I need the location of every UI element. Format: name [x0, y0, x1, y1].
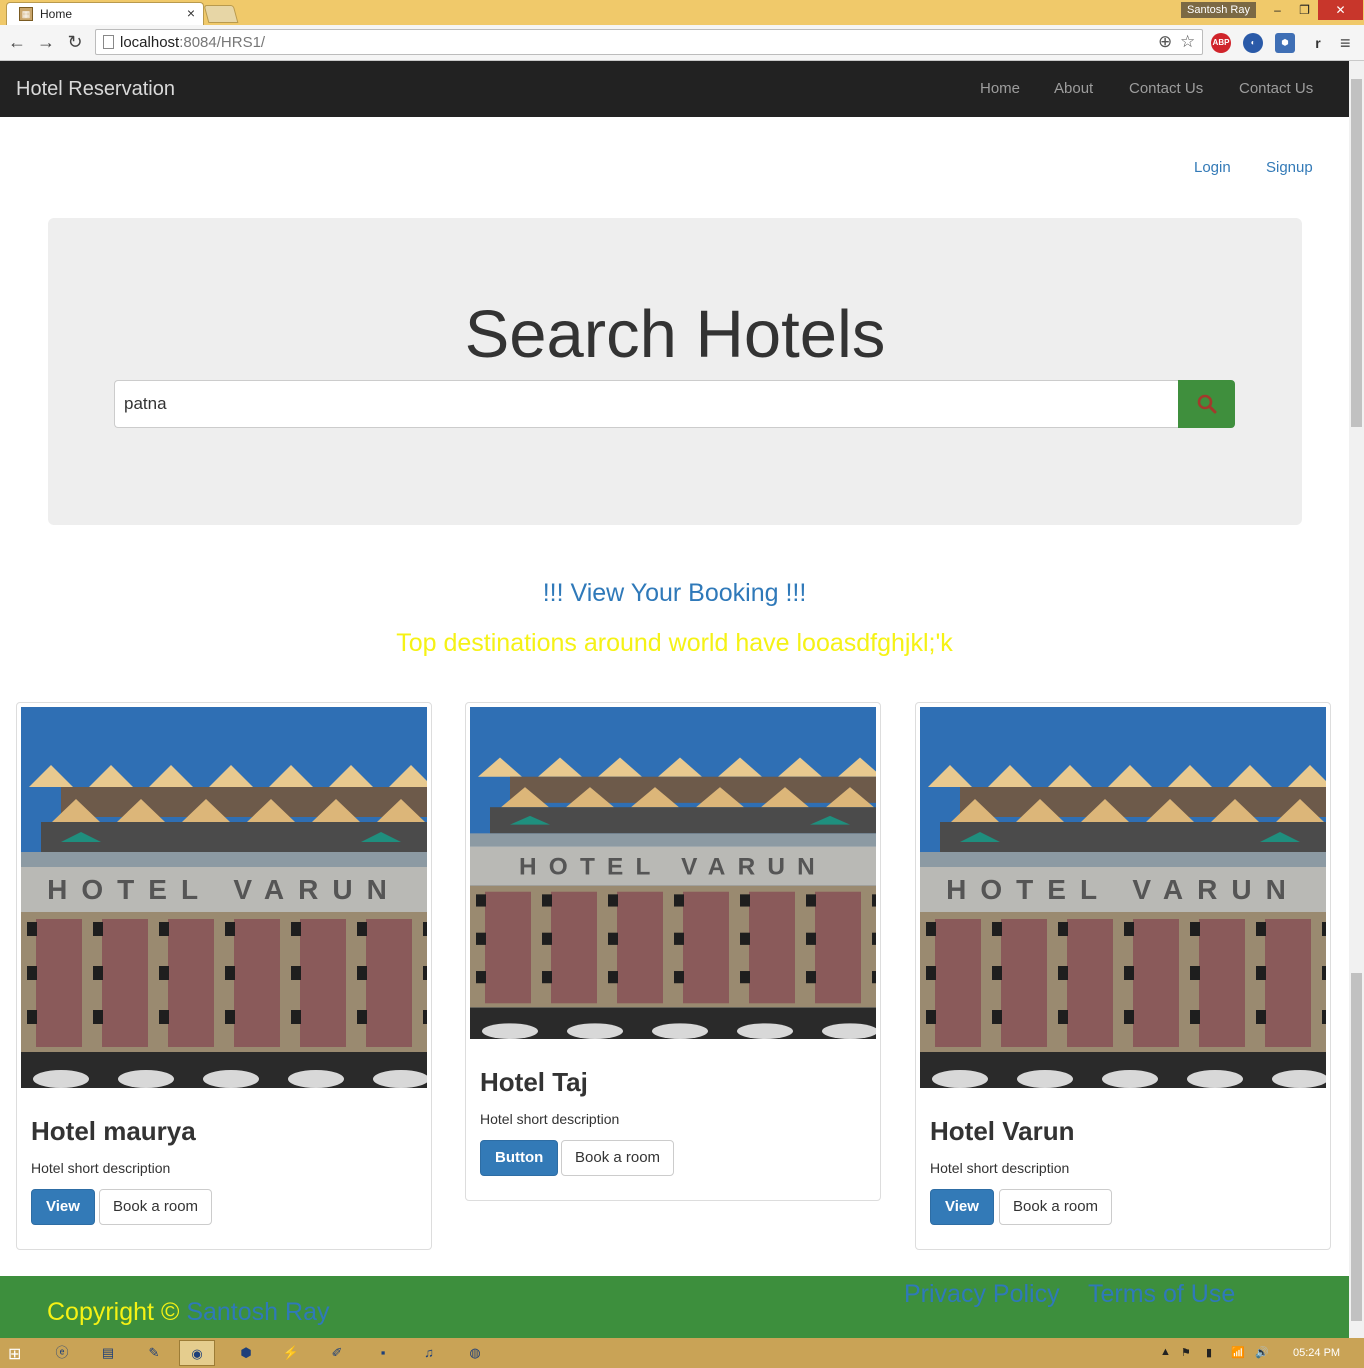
taskbar-cmd-icon[interactable]: ▪ — [365, 1340, 401, 1366]
hotel-sign-text: HOTEL VARUN — [519, 853, 827, 880]
reload-icon[interactable]: ↻ — [64, 31, 86, 53]
brand-link[interactable]: Hotel Reservation — [16, 78, 175, 101]
close-window-button[interactable]: ✕ — [1318, 0, 1363, 20]
hotel-image: HOTEL VARUN — [470, 707, 876, 1039]
hotel-name: Hotel Varun — [930, 1116, 1075, 1146]
taskbar-clock[interactable]: 05:24 PM — [1293, 1347, 1340, 1359]
tray-network-icon[interactable]: 📶 — [1231, 1346, 1245, 1359]
nav-contact-us[interactable]: Contact Us — [1129, 80, 1203, 97]
book-room-button[interactable]: Book a room — [999, 1189, 1113, 1225]
signup-link[interactable]: Signup — [1266, 159, 1313, 176]
tray-battery-icon[interactable]: ▮ — [1206, 1346, 1212, 1359]
page-footer: Copyright © Santosh Ray Privacy Policy T… — [0, 1276, 1349, 1338]
taskbar-firefox-icon[interactable]: ◍ — [457, 1340, 493, 1366]
hotel-card: HOTEL VARUN Hotel Varun Hotel short desc… — [915, 702, 1331, 1250]
taskbar-media-icon[interactable]: ♫ — [411, 1340, 447, 1366]
search-title: Search Hotels — [464, 297, 886, 372]
url-text[interactable]: localhost:8084/HRS1/ — [120, 34, 265, 51]
top-navbar: Hotel Reservation Home About Contact Us … — [0, 61, 1349, 117]
hotel-sign-text: HOTEL VARUN — [47, 874, 401, 905]
nav-home[interactable]: Home — [980, 80, 1020, 97]
taskbar-chrome-icon[interactable]: ◉ — [179, 1340, 215, 1366]
browser-tab[interactable]: ▦ Home × — [6, 2, 204, 25]
browser-titlebar: ▦ Home × Santosh Ray – ❐ ✕ — [0, 0, 1364, 25]
top-destinations-text: Top destinations around world have looas… — [396, 629, 953, 657]
adblock-icon[interactable]: ABP — [1211, 33, 1231, 53]
hotel-name: Hotel maurya — [31, 1116, 196, 1146]
owner-link[interactable]: Santosh Ray — [186, 1298, 329, 1326]
tray-volume-icon[interactable]: 🔊 — [1255, 1346, 1269, 1359]
tab-close-icon[interactable]: × — [187, 5, 195, 21]
login-link[interactable]: Login — [1194, 159, 1231, 176]
start-button-icon[interactable]: ⊞ — [8, 1344, 21, 1364]
page-viewport: Hotel Reservation Home About Contact Us … — [0, 61, 1349, 1338]
book-room-button[interactable]: Book a room — [561, 1140, 675, 1176]
taskbar-cube-icon[interactable]: ⬢ — [228, 1340, 264, 1366]
taskbar-notepad-icon[interactable]: ✐ — [319, 1340, 355, 1366]
taskbar-app-icon[interactable]: ✎ — [136, 1340, 172, 1366]
hotel-image: HOTEL VARUN — [21, 707, 427, 1088]
address-bar[interactable]: localhost:8084/HRS1/ ⊕ ☆ — [95, 29, 1203, 55]
forward-icon[interactable]: → — [35, 31, 57, 53]
tray-chevron-icon[interactable]: ▲ — [1160, 1346, 1171, 1358]
view-booking-link[interactable]: !!! View Your Booking !!! — [0, 579, 1349, 608]
new-tab-button[interactable] — [203, 5, 239, 23]
hotel-description: Hotel short description — [930, 1160, 1070, 1176]
search-input[interactable]: patna — [114, 380, 1178, 428]
extension-cube-icon[interactable]: ⬢ — [1275, 33, 1295, 53]
hotel-card: HOTEL VARUN Hotel maurya Hotel short des… — [16, 702, 432, 1250]
zoom-icon[interactable]: ⊕ — [1158, 32, 1172, 52]
taskbar-bolt-icon[interactable]: ⚡ — [273, 1340, 309, 1366]
minimize-button[interactable]: – — [1264, 0, 1291, 20]
hotel-card: HOTEL VARUN Hotel Taj Hotel short descri… — [465, 702, 881, 1201]
hotel-description: Hotel short description — [480, 1111, 620, 1127]
copyright-text: Copyright © Santosh Ray — [47, 1298, 330, 1326]
profile-badge[interactable]: Santosh Ray — [1181, 2, 1256, 18]
view-button[interactable]: View — [31, 1189, 95, 1225]
tab-title: Home — [40, 7, 73, 21]
extension-r-icon[interactable]: r — [1308, 33, 1328, 53]
nav-about[interactable]: About — [1054, 80, 1093, 97]
bookmark-star-icon[interactable]: ☆ — [1180, 32, 1195, 52]
privacy-policy-link[interactable]: Privacy Policy — [904, 1280, 1060, 1309]
back-icon[interactable]: ← — [6, 31, 28, 53]
page-icon — [103, 35, 114, 49]
page-scrollbar[interactable] — [1349, 61, 1364, 1338]
taskbar-ie-icon[interactable]: ⓔ — [44, 1340, 80, 1366]
windows-taskbar: ⊞ ⓔ ▤ ✎ ◉ ⬢ ⚡ ✐ ▪ ♫ ◍ ▲ ⚑ ▮ 📶 🔊 05:24 PM — [0, 1338, 1364, 1368]
restore-button[interactable]: ❐ — [1291, 0, 1318, 20]
hotel-name: Hotel Taj — [480, 1067, 588, 1097]
nav-contact-us-2[interactable]: Contact Us — [1239, 80, 1313, 97]
scrollbar-thumb-lower[interactable] — [1351, 973, 1362, 1321]
terms-of-use-link[interactable]: Terms of Use — [1088, 1280, 1235, 1309]
taskbar-explorer-icon[interactable]: ▤ — [90, 1340, 126, 1366]
search-jumbotron: Search Hotels patna — [48, 218, 1302, 525]
favicon-icon: ▦ — [19, 7, 33, 21]
search-icon — [1197, 394, 1217, 414]
primary-button[interactable]: Button — [480, 1140, 559, 1176]
tray-flag-icon[interactable]: ⚑ — [1181, 1346, 1191, 1359]
hotel-image: HOTEL VARUN — [920, 707, 1326, 1088]
hotel-description: Hotel short description — [31, 1160, 171, 1176]
browser-menu-icon[interactable]: ≡ — [1340, 33, 1351, 54]
extension-globe-icon[interactable]: ◐ — [1243, 33, 1263, 53]
hotel-sign-text: HOTEL VARUN — [946, 874, 1300, 905]
address-toolbar: ← → ↻ localhost:8084/HRS1/ ⊕ ☆ ABP ◐ ⬢ r… — [0, 25, 1364, 61]
scrollbar-thumb[interactable] — [1351, 79, 1362, 427]
search-button[interactable] — [1178, 380, 1235, 428]
book-room-button[interactable]: Book a room — [99, 1189, 213, 1225]
view-button[interactable]: View — [930, 1189, 994, 1225]
